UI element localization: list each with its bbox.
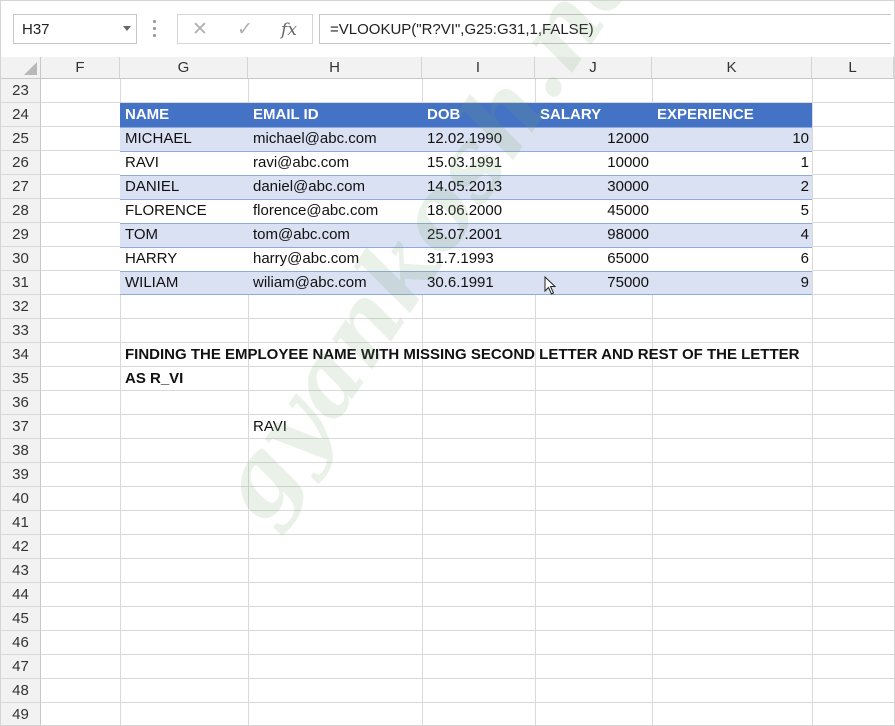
table-cell[interactable]: ravi@abc.com	[253, 151, 349, 175]
header-dob[interactable]: DOB	[427, 103, 460, 127]
spreadsheet-window: H37 ✕ ✓ fx =VLOOKUP("R?VI",G25:G31,1,FAL…	[0, 0, 895, 726]
name-box[interactable]: H37	[13, 14, 137, 44]
row-header-38[interactable]: 38	[1, 439, 41, 463]
header-salary[interactable]: SALARY	[540, 103, 601, 127]
name-box-value: H37	[22, 21, 50, 38]
table-cell[interactable]: HARRY	[125, 247, 177, 271]
row-header-39[interactable]: 39	[1, 463, 41, 487]
table-cell[interactable]: DANIEL	[125, 175, 179, 199]
table-cell[interactable]: 25.07.2001	[427, 223, 502, 247]
table-cell[interactable]: 10	[652, 127, 809, 151]
formula-buttons: ✕ ✓ fx	[177, 14, 313, 44]
row-header-46[interactable]: 46	[1, 631, 41, 655]
row-header-32[interactable]: 32	[1, 295, 41, 319]
row-header-47[interactable]: 47	[1, 655, 41, 679]
row-header-36[interactable]: 36	[1, 391, 41, 415]
table-cell[interactable]: 2	[652, 175, 809, 199]
header-experience[interactable]: EXPERIENCE	[657, 103, 754, 127]
row-header-26[interactable]: 26	[1, 151, 41, 175]
result-cell-h37[interactable]: RAVI	[253, 415, 287, 439]
row-header-23[interactable]: 23	[1, 79, 41, 103]
table-cell[interactable]: 14.05.2013	[427, 175, 502, 199]
table-cell[interactable]: 15.03.1991	[427, 151, 502, 175]
row-header-41[interactable]: 41	[1, 511, 41, 535]
mouse-pointer-icon	[544, 276, 557, 295]
table-cell[interactable]: 30000	[535, 175, 649, 199]
table-cell[interactable]: daniel@abc.com	[253, 175, 365, 199]
table-cell[interactable]: harry@abc.com	[253, 247, 359, 271]
row-header-29[interactable]: 29	[1, 223, 41, 247]
formula-bar: H37 ✕ ✓ fx =VLOOKUP("R?VI",G25:G31,1,FAL…	[1, 1, 894, 57]
note-line-2[interactable]: AS R_VI	[125, 367, 183, 391]
table-cell[interactable]: FLORENCE	[125, 199, 207, 223]
formula-input[interactable]: =VLOOKUP("R?VI",G25:G31,1,FALSE)	[319, 14, 891, 44]
table-cell[interactable]: 9	[652, 271, 809, 295]
table-cell[interactable]: 5	[652, 199, 809, 223]
column-header-f[interactable]: F	[41, 57, 120, 79]
column-header-l[interactable]: L	[812, 57, 894, 79]
table-cell[interactable]: MICHAEL	[125, 127, 192, 151]
table-cell[interactable]: 12.02.1990	[427, 127, 502, 151]
table-cell[interactable]: 6	[652, 247, 809, 271]
enter-icon[interactable]: ✓	[233, 19, 257, 41]
table-cell[interactable]: 12000	[535, 127, 649, 151]
note-line-1[interactable]: FINDING THE EMPLOYEE NAME WITH MISSING S…	[125, 343, 799, 367]
cancel-icon[interactable]: ✕	[188, 19, 212, 41]
row-header-34[interactable]: 34	[1, 343, 41, 367]
worksheet-grid[interactable]: F G H I J K L NAME EMAIL ID DOB SALARY E…	[1, 1, 894, 725]
table-cell[interactable]: 65000	[535, 247, 649, 271]
table-cell[interactable]: 45000	[535, 199, 649, 223]
column-header-i[interactable]: I	[422, 57, 535, 79]
table-cell[interactable]: tom@abc.com	[253, 223, 350, 247]
row-header-24[interactable]: 24	[1, 103, 41, 127]
row-header-40[interactable]: 40	[1, 487, 41, 511]
table-cell[interactable]: 4	[652, 223, 809, 247]
column-header-k[interactable]: K	[652, 57, 812, 79]
column-header-h[interactable]: H	[248, 57, 422, 79]
insert-function-icon[interactable]: fx	[277, 19, 301, 41]
column-header-j[interactable]: J	[535, 57, 652, 79]
header-name[interactable]: NAME	[125, 103, 169, 127]
table-cell[interactable]: WILIAM	[125, 271, 178, 295]
row-header-28[interactable]: 28	[1, 199, 41, 223]
formula-text: =VLOOKUP("R?VI",G25:G31,1,FALSE)	[330, 21, 594, 38]
row-header-27[interactable]: 27	[1, 175, 41, 199]
table-cell[interactable]: 31.7.1993	[427, 247, 494, 271]
row-header-31[interactable]: 31	[1, 271, 41, 295]
row-header-44[interactable]: 44	[1, 583, 41, 607]
table-cell[interactable]: 98000	[535, 223, 649, 247]
table-cell[interactable]: 18.06.2000	[427, 199, 502, 223]
table-cell[interactable]: florence@abc.com	[253, 199, 378, 223]
table-cell[interactable]: TOM	[125, 223, 158, 247]
row-header-45[interactable]: 45	[1, 607, 41, 631]
select-all-corner[interactable]	[1, 57, 41, 79]
row-header-48[interactable]: 48	[1, 679, 41, 703]
formula-bar-grip-icon[interactable]	[153, 20, 156, 38]
row-header-43[interactable]: 43	[1, 559, 41, 583]
header-email[interactable]: EMAIL ID	[253, 103, 319, 127]
row-header-30[interactable]: 30	[1, 247, 41, 271]
row-header-42[interactable]: 42	[1, 535, 41, 559]
row-header-25[interactable]: 25	[1, 127, 41, 151]
name-box-dropdown-icon[interactable]	[123, 26, 131, 31]
row-header-37[interactable]: 37	[1, 415, 41, 439]
table-cell[interactable]: michael@abc.com	[253, 127, 377, 151]
table-cell[interactable]: 10000	[535, 151, 649, 175]
row-header-49[interactable]: 49	[1, 703, 41, 725]
table-cell[interactable]: RAVI	[125, 151, 159, 175]
row-header-35[interactable]: 35	[1, 367, 41, 391]
row-header-33[interactable]: 33	[1, 319, 41, 343]
column-header-g[interactable]: G	[120, 57, 248, 79]
table-cell[interactable]: 30.6.1991	[427, 271, 494, 295]
table-cell[interactable]: 1	[652, 151, 809, 175]
table-cell[interactable]: wiliam@abc.com	[253, 271, 367, 295]
